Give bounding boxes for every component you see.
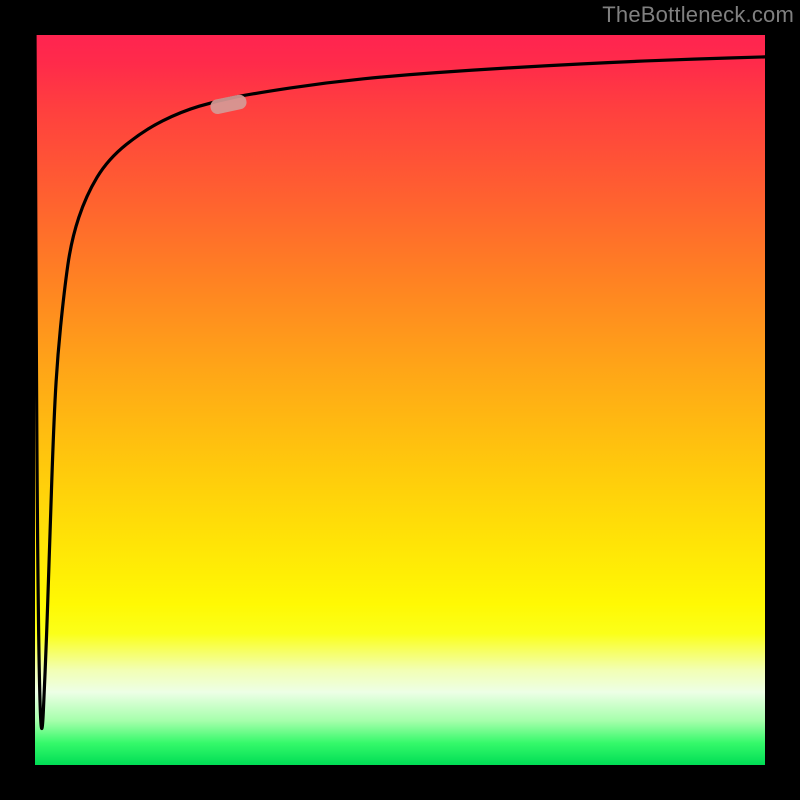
chart-container: TheBottleneck.com	[0, 0, 800, 800]
plot-area	[35, 35, 765, 765]
watermark-text: TheBottleneck.com	[602, 2, 794, 28]
